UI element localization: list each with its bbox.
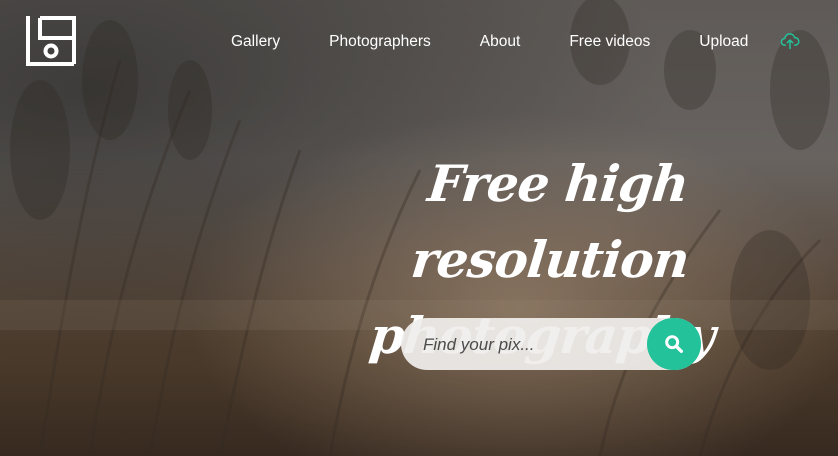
nav-about[interactable]: About [480,33,521,51]
main-nav: Gallery Photographers About Free videos … [231,33,748,51]
cloud-upload-icon[interactable] [780,31,800,51]
nav-gallery[interactable]: Gallery [231,33,280,51]
camera-frame-logo-icon[interactable] [26,16,76,66]
search-input[interactable] [421,331,645,359]
headline-line-1: Free high resolution [408,153,692,289]
nav-upload[interactable]: Upload [699,33,748,51]
nav-free-videos[interactable]: Free videos [569,33,650,51]
nav-photographers[interactable]: Photographers [329,33,431,51]
search-bar [401,318,701,370]
search-icon [665,335,683,353]
hero-section: Gallery Photographers About Free videos … [0,0,838,456]
search-button[interactable] [647,318,701,370]
